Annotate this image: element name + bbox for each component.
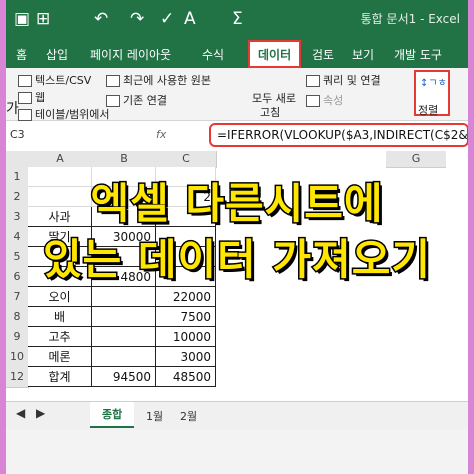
ribbon-tabs: 홈 삽입 페이지 레이아웃 수식 데이터 검토 보기 개발 도구	[6, 40, 468, 68]
tab-review[interactable]: 검토	[312, 46, 334, 63]
connections-icon	[106, 95, 120, 107]
cell-b12[interactable]: 94500	[92, 367, 156, 387]
cell-b10[interactable]	[92, 347, 156, 367]
sheet-tab-jan[interactable]: 1월	[146, 408, 163, 424]
autosum-icon[interactable]: Σ	[232, 9, 243, 29]
properties-button[interactable]: 속성	[306, 92, 343, 108]
properties-icon	[306, 95, 320, 107]
tab-page-layout[interactable]: 페이지 레이아웃	[90, 46, 171, 63]
select-all-corner[interactable]	[6, 151, 29, 168]
sheet-nav-prev-icon[interactable]: ◀	[16, 406, 25, 420]
text-csv-button[interactable]: 텍스트/CSV	[18, 72, 91, 88]
cell-a2[interactable]	[28, 187, 92, 207]
ribbon-data: 가 텍스트/CSV 웹 테이블/범위에서 최근에 사용한 원본 기존 연결 모두…	[6, 68, 468, 121]
undo-icon[interactable]: ↶	[94, 9, 108, 29]
cell-c8[interactable]: 7500	[156, 307, 216, 327]
tab-home[interactable]: 홈	[16, 46, 27, 63]
save-icon[interactable]: ▣	[14, 9, 30, 29]
existing-connections-button[interactable]: 기존 연결	[106, 92, 167, 108]
autosave-icon[interactable]: ⊞	[36, 9, 50, 29]
name-box[interactable]: C3	[10, 128, 25, 141]
redo-icon[interactable]: ↷	[130, 9, 144, 29]
cell-b8[interactable]	[92, 307, 156, 327]
queries-connections-button[interactable]: 쿼리 및 연결	[306, 72, 381, 88]
cell-a12[interactable]: 합계	[28, 367, 92, 387]
cell-a3[interactable]: 사과	[28, 207, 92, 227]
sheet-tab-bar: ◀ ▶ 종합 1월 2월	[6, 401, 468, 430]
cell-a10[interactable]: 메론	[28, 347, 92, 367]
column-header-c[interactable]: C	[156, 151, 217, 168]
tab-view[interactable]: 보기	[352, 46, 374, 63]
sheet-nav-next-icon[interactable]: ▶	[36, 406, 45, 420]
table-icon	[18, 109, 32, 121]
row-header[interactable]: 2	[6, 187, 29, 208]
tab-formulas[interactable]: 수식	[202, 46, 224, 63]
cell-b9[interactable]	[92, 327, 156, 347]
sort-button[interactable]: 정렬	[418, 102, 438, 118]
cell-b7[interactable]	[92, 287, 156, 307]
row-header[interactable]: 7	[6, 287, 29, 308]
text-icon[interactable]: A	[184, 9, 196, 29]
excel-window: ▣ ⊞ ↶ ↷ ✓ A Σ 통합 문서1 - Excel 홈 삽입 페이지 레이…	[6, 0, 468, 474]
column-header-a[interactable]: A	[28, 151, 93, 168]
cell-c9[interactable]: 10000	[156, 327, 216, 347]
formula-bar: C3 fx =IFERROR(VLOOKUP($A3,INDIRECT(C$2&…	[6, 121, 468, 152]
sheet-tab-feb[interactable]: 2월	[180, 408, 197, 424]
get-data-label[interactable]: 가	[6, 98, 19, 118]
tab-data[interactable]: 데이터	[248, 40, 302, 68]
row-header[interactable]: 5	[6, 247, 29, 268]
sheet-tab-summary[interactable]: 종합	[90, 402, 135, 428]
column-header-g[interactable]: G	[386, 151, 446, 168]
spellcheck-icon[interactable]: ✓	[160, 9, 174, 29]
banner-line-1: 엑셀 다른시트에	[89, 178, 384, 230]
column-header-b[interactable]: B	[92, 151, 157, 168]
tab-developer[interactable]: 개발 도구	[394, 46, 442, 63]
refresh-all-label-2: 고침	[260, 106, 281, 119]
row-header[interactable]: 8	[6, 307, 29, 328]
status-bar	[6, 429, 468, 474]
web-icon	[18, 92, 32, 104]
tab-insert[interactable]: 삽입	[46, 46, 68, 63]
row-header[interactable]: 6	[6, 267, 29, 288]
cell-a8[interactable]: 배	[28, 307, 92, 327]
fx-icon[interactable]: fx	[156, 128, 166, 141]
cell-a9[interactable]: 고추	[28, 327, 92, 347]
cell-c10[interactable]: 3000	[156, 347, 216, 367]
queries-icon	[306, 75, 320, 87]
document-title: 통합 문서1 - Excel	[360, 12, 460, 26]
recent-sources-button[interactable]: 최근에 사용한 원본	[106, 72, 211, 88]
title-bar: ▣ ⊞ ↶ ↷ ✓ A Σ 통합 문서1 - Excel	[6, 0, 468, 40]
row-header[interactable]: 10	[6, 347, 29, 368]
row-header[interactable]: 4	[6, 227, 29, 248]
cell-c7[interactable]: 22000	[156, 287, 216, 307]
formula-input[interactable]: =IFERROR(VLOOKUP($A3,INDIRECT(C$2&"!$A:	[209, 123, 468, 147]
cell-a7[interactable]: 오이	[28, 287, 92, 307]
row-header[interactable]: 9	[6, 327, 29, 348]
cell-a1[interactable]	[28, 167, 92, 187]
csv-icon	[18, 75, 32, 87]
table-range-button[interactable]: 테이블/범위에서	[18, 106, 110, 122]
row-header[interactable]: 1	[6, 167, 29, 188]
row-header[interactable]: 3	[6, 207, 29, 228]
banner-line-2: 있는 데이터 가져오기	[41, 234, 432, 286]
cell-c12[interactable]: 48500	[156, 367, 216, 387]
recent-icon	[106, 75, 120, 87]
sort-az-icon: ↕ㄱㅎ	[420, 78, 447, 89]
web-button[interactable]: 웹	[18, 89, 45, 105]
row-header[interactable]: 12	[6, 367, 29, 388]
